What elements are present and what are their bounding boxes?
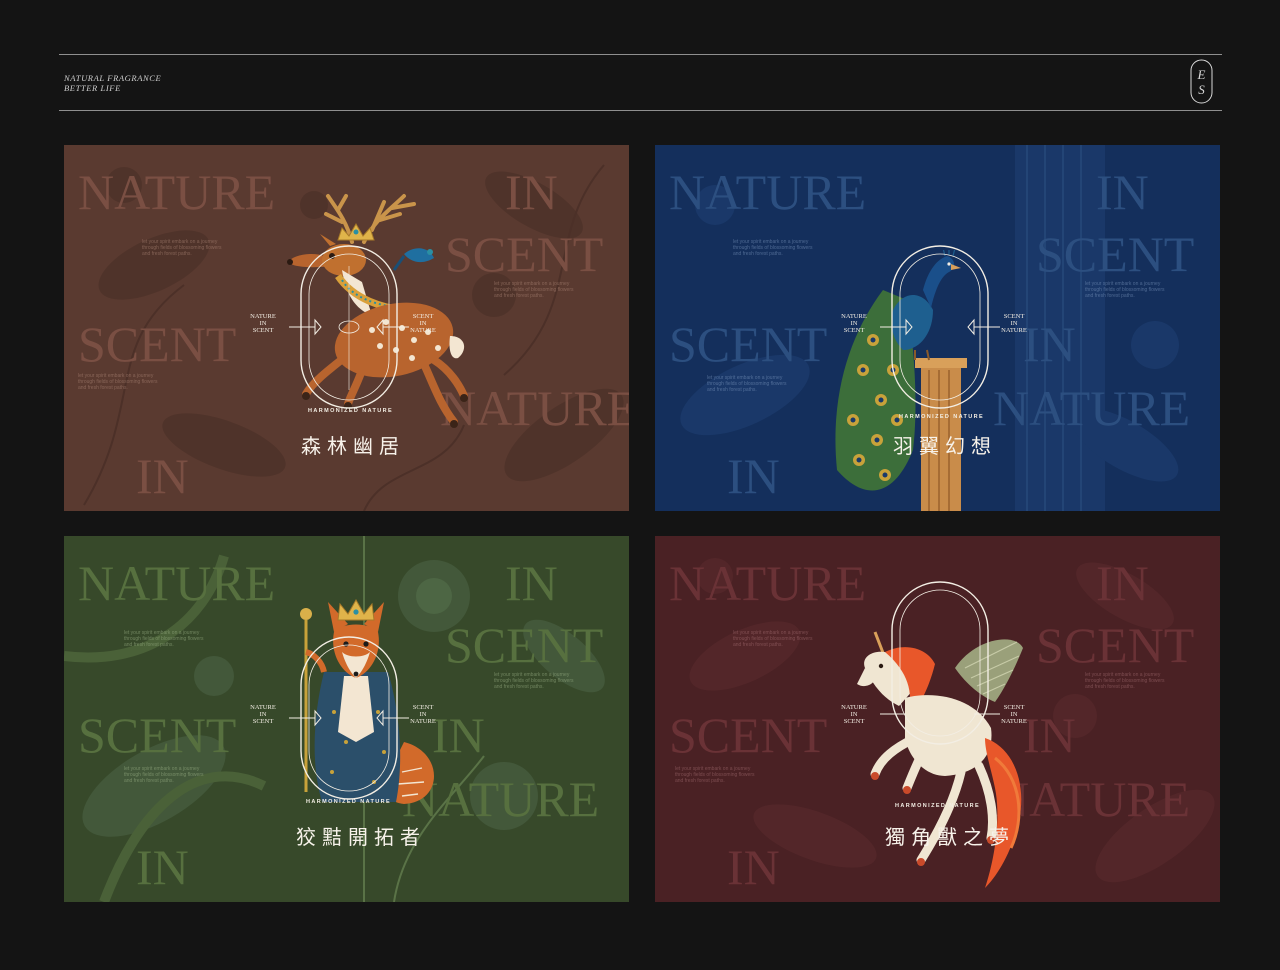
harmonized-nature-label: HARMONIZED NATURE: [895, 803, 981, 809]
emblem-left-label: NATURE IN SCENT: [250, 704, 276, 725]
blurb-text-3: let your spirit embark on a journey thro…: [707, 375, 787, 393]
harmonized-nature-label: HARMONIZED NATURE: [899, 414, 985, 420]
card-forest-retreat: NATURE IN SCENT SCENT NATURE IN let your…: [64, 145, 629, 511]
header-top-rule: [59, 54, 1222, 55]
bg-word-scent: SCENT: [1036, 617, 1195, 673]
bg-word-in-2: IN: [727, 448, 780, 504]
bg-word-in: IN: [1096, 555, 1149, 611]
emblem-left-label: NATURE IN SCENT: [841, 704, 867, 725]
eco-scene-emblem: [880, 245, 1000, 409]
logo-letter-s: S: [1198, 82, 1205, 97]
blurb-text: let your spirit embark on a journey thro…: [733, 239, 813, 257]
emblem-right-label: SCENT IN NATURE: [1001, 313, 1027, 334]
card-cunning-pioneer: NATURE IN SCENT SCENT IN NATURE IN let y…: [64, 536, 629, 902]
bg-word-in-2: IN: [136, 839, 189, 895]
brand-logo: E S: [1190, 59, 1213, 104]
blurb-text-2: let your spirit embark on a journey thro…: [1085, 672, 1165, 690]
bg-word-nature: NATURE: [669, 164, 867, 220]
blurb-text-3: let your spirit embark on a journey thro…: [675, 766, 755, 784]
bg-word-scent: SCENT: [445, 617, 604, 673]
tagline-line-2: BETTER LIFE: [64, 83, 121, 93]
bg-word-scent-2: SCENT: [669, 707, 828, 763]
bg-word-in: IN: [505, 164, 558, 220]
card-title-cunning-pioneer: 狡黠開拓者: [296, 825, 426, 849]
bg-word-in: IN: [1096, 164, 1149, 220]
bg-word-in-2: IN: [136, 448, 189, 504]
eco-scene-emblem: [880, 581, 1000, 745]
brand-tagline: NATURAL FRAGRANCE BETTER LIFE: [64, 73, 161, 93]
blurb-text-3: let your spirit embark on a journey thro…: [78, 373, 158, 391]
card-unicorn-dream: NATURE IN SCENT SCENT IN NATURE IN let y…: [655, 536, 1220, 902]
bg-word-nature: NATURE: [669, 555, 867, 611]
tagline-line-1: NATURAL FRAGRANCE: [64, 73, 162, 83]
logo-letter-e: E: [1197, 67, 1206, 82]
emblem-right-label: SCENT IN NATURE: [410, 704, 436, 725]
bg-word-nature: NATURE: [78, 164, 276, 220]
blurb-text-3: let your spirit embark on a journey thro…: [124, 766, 204, 784]
bg-word-in-3: IN: [1023, 316, 1076, 372]
emblem-left-label: NATURE IN SCENT: [841, 313, 867, 334]
harmonized-nature-label: HARMONIZED NATURE: [308, 408, 394, 414]
emblem-right-label: SCENT IN NATURE: [1001, 704, 1027, 725]
bg-word-nature-2: NATURE: [993, 380, 1191, 436]
emblem-left-label: NATURE IN SCENT: [250, 313, 276, 334]
bg-word-in: IN: [505, 555, 558, 611]
card-title-feather-fantasy: 羽翼幻想: [893, 434, 997, 458]
bg-word-scent-2: SCENT: [669, 316, 828, 372]
emblem-right-label: SCENT IN NATURE: [410, 313, 436, 334]
bg-word-scent-2: SCENT: [78, 316, 237, 372]
bg-word-nature: NATURE: [78, 555, 276, 611]
card-feather-fantasy: NATURE IN SCENT SCENT IN NATURE IN let y…: [655, 145, 1220, 511]
bg-word-in-2: IN: [727, 839, 780, 895]
harmonized-nature-label: HARMONIZED NATURE: [306, 799, 392, 805]
blurb-text-2: let your spirit embark on a journey thro…: [1085, 281, 1165, 299]
bg-word-scent-2: SCENT: [78, 707, 237, 763]
blurb-text: let your spirit embark on a journey thro…: [124, 630, 204, 648]
blurb-text-2: let your spirit embark on a journey thro…: [494, 672, 574, 690]
eco-scene-emblem: [289, 245, 409, 409]
blurb-text: let your spirit embark on a journey thro…: [733, 630, 813, 648]
eco-scene-emblem: [289, 636, 409, 800]
header-bottom-rule: [59, 110, 1222, 111]
card-title-unicorn-dream: 獨角獸之夢: [885, 825, 1015, 849]
card-title-forest-retreat: 森林幽居: [301, 434, 405, 458]
blurb-text: let your spirit embark on a journey thro…: [142, 239, 222, 257]
bg-word-scent: SCENT: [1036, 226, 1195, 282]
blurb-text-2: let your spirit embark on a journey thro…: [494, 281, 574, 299]
